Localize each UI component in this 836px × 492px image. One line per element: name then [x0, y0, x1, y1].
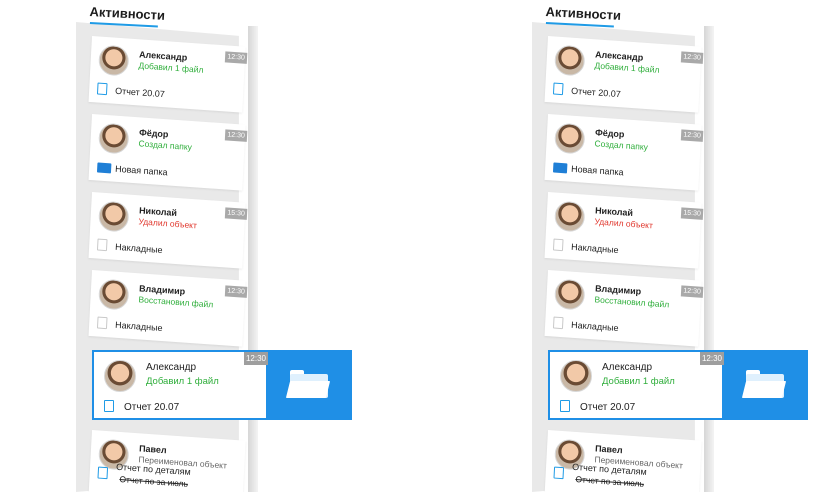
folder-icon: [96, 162, 112, 174]
action-text: Добавил 1 файл: [146, 376, 219, 387]
old-file-name: Отчет по за июль: [119, 474, 189, 489]
activity-card[interactable]: Фёдор Создал папку 12:30 Новая папка: [88, 114, 248, 191]
document-gray-icon: [552, 238, 564, 252]
activity-card[interactable]: Александр Добавил 1 файл 12:30 Отчет 20.…: [544, 36, 704, 113]
file-name[interactable]: Накладные: [571, 320, 619, 333]
action-text: Создал папку: [138, 138, 193, 153]
activity-card[interactable]: Владимир Восстановил файл 12:30 Накладны…: [544, 270, 704, 347]
document-icon: [104, 400, 114, 412]
avatar: [553, 278, 586, 311]
document-icon: [96, 82, 108, 96]
document-gray-icon: [96, 238, 108, 252]
open-folder-action[interactable]: [724, 350, 808, 420]
time-badge: 12:30: [224, 51, 248, 64]
action-text: Добавил 1 файл: [138, 60, 204, 75]
avatar: [97, 200, 130, 233]
activity-card[interactable]: Владимир Восстановил файл 12:30 Накладны…: [88, 270, 248, 347]
user-name: Павел: [138, 443, 167, 456]
user-name: Александр: [146, 362, 197, 373]
panel-title: Активности: [545, 4, 622, 23]
selected-activity-card[interactable]: Александр Добавил 1 файл 12:30 Отчет 20.…: [548, 350, 724, 420]
time-badge: 12:30: [224, 285, 248, 298]
panel-edge: [704, 26, 714, 492]
user-name: Александр: [602, 362, 653, 373]
panel-title: Активности: [89, 4, 166, 23]
time-badge: 12:30: [224, 129, 248, 142]
action-text: Удалил объект: [594, 216, 654, 231]
action-text: Создал папку: [594, 138, 649, 153]
activity-card[interactable]: Николай Удалил объект 15:30 Накладные: [88, 192, 248, 269]
selected-activity[interactable]: Александр Добавил 1 файл 12:30 Отчет 20.…: [548, 350, 808, 420]
document-icon: [97, 466, 109, 480]
time-badge: 12:30: [244, 352, 268, 365]
avatar: [560, 360, 592, 392]
time-badge: 12:30: [680, 129, 704, 142]
activity-panel-left: Активности Александр Добавил 1 файл 12:3…: [72, 0, 362, 492]
action-text: Добавил 1 файл: [602, 376, 675, 387]
file-name[interactable]: Новая папка: [571, 164, 624, 178]
file-name[interactable]: Накладные: [115, 320, 163, 333]
action-text: Восстановил файл: [594, 294, 670, 310]
user-name: Павел: [594, 443, 623, 456]
file-name[interactable]: Новая папка: [115, 164, 168, 178]
file-name[interactable]: Отчет 20.07: [115, 86, 165, 99]
file-name[interactable]: Отчет 20.07: [124, 402, 179, 413]
activity-card[interactable]: Павел Переименовал объект Отчет по детал…: [88, 430, 246, 492]
avatar: [553, 44, 586, 77]
action-text: Добавил 1 файл: [594, 60, 660, 75]
action-text: Удалил объект: [138, 216, 198, 231]
old-file-name: Отчет по за июль: [575, 474, 645, 489]
file-name[interactable]: Отчет 20.07: [580, 402, 635, 413]
document-icon: [553, 466, 565, 480]
panel-edge: [248, 26, 258, 492]
user-name: Фёдор: [594, 127, 625, 140]
activity-card[interactable]: Александр Добавил 1 файл 12:30 Отчет 20.…: [88, 36, 248, 113]
avatar: [97, 122, 130, 155]
time-badge: 15:30: [680, 207, 704, 220]
time-badge: 12:30: [700, 352, 724, 365]
document-gray-icon: [96, 316, 108, 330]
time-badge: 12:30: [680, 51, 704, 64]
document-icon: [552, 82, 564, 96]
time-badge: 12:30: [680, 285, 704, 298]
activity-card[interactable]: Фёдор Создал папку 12:30 Новая папка: [544, 114, 704, 191]
document-icon: [560, 400, 570, 412]
file-name[interactable]: Отчет 20.07: [571, 86, 621, 99]
open-folder-icon: [741, 370, 787, 398]
selected-activity[interactable]: Александр Добавил 1 файл 12:30 Отчет 20.…: [92, 350, 352, 420]
open-folder-action[interactable]: [268, 350, 352, 420]
action-text: Восстановил файл: [138, 294, 214, 310]
avatar: [97, 44, 130, 77]
document-gray-icon: [552, 316, 564, 330]
file-name[interactable]: Накладные: [571, 242, 619, 255]
activity-card[interactable]: Павел Переименовал объект Отчет по детал…: [544, 430, 702, 492]
avatar: [97, 278, 130, 311]
folder-icon: [552, 162, 568, 174]
activity-panel-right: Активности Александр Добавил 1 файл 12:3…: [528, 0, 818, 492]
file-name[interactable]: Накладные: [115, 242, 163, 255]
avatar: [553, 200, 586, 233]
time-badge: 15:30: [224, 207, 248, 220]
avatar: [104, 360, 136, 392]
activity-card[interactable]: Николай Удалил объект 15:30 Накладные: [544, 192, 704, 269]
open-folder-icon: [285, 370, 331, 398]
user-name: Фёдор: [138, 127, 169, 140]
selected-activity-card[interactable]: Александр Добавил 1 файл 12:30 Отчет 20.…: [92, 350, 268, 420]
avatar: [553, 122, 586, 155]
